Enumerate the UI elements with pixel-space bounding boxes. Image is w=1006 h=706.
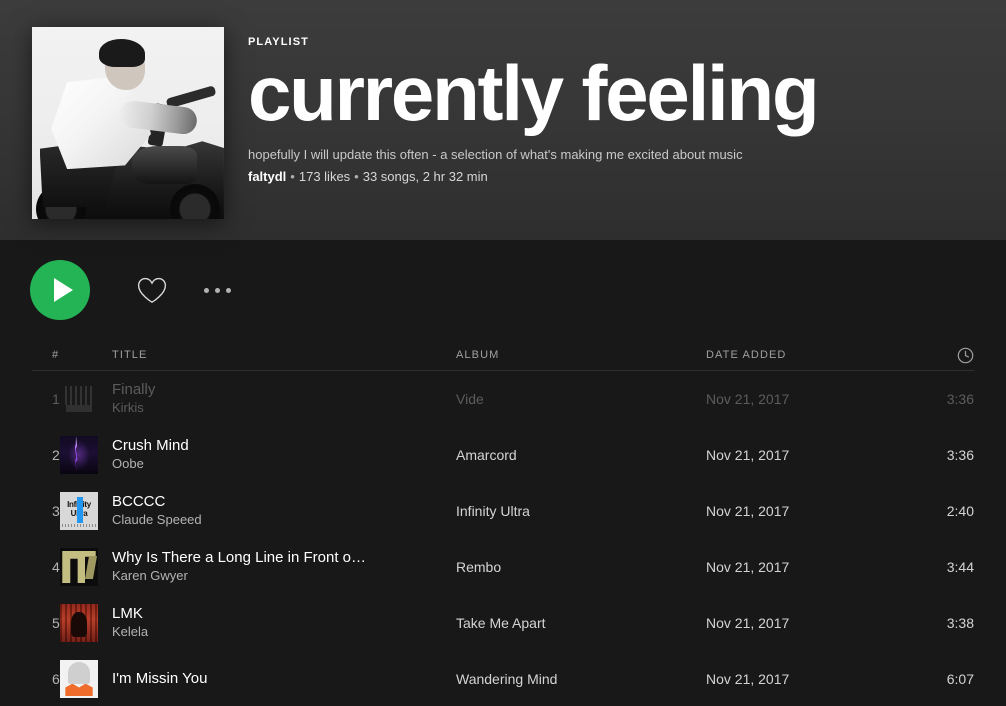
track-title-cell: BCCCC Claude Speeed	[112, 493, 456, 530]
playlist-description: hopefully I will update this often - a s…	[248, 146, 743, 162]
track-date-added: Nov 21, 2017	[706, 559, 790, 575]
column-header-number: #	[52, 349, 60, 361]
track-duration: 3:36	[946, 447, 974, 463]
album-art-thumbnail	[60, 436, 98, 474]
meta-separator-2: •	[354, 169, 359, 185]
track-date-added: Nov 21, 2017	[706, 503, 790, 519]
playlist-header: PLAYLIST currently feeling hopefully I w…	[0, 0, 1006, 240]
table-row[interactable]: 3InfinityUltraBCCCCClaude SpeeedInfinity…	[32, 483, 974, 539]
track-album[interactable]: Take Me Apart	[456, 615, 706, 631]
playlist-kind-label: PLAYLIST	[248, 36, 309, 48]
track-artist[interactable]: Kirkis	[112, 400, 440, 417]
track-table: # TITLE ALBUM DATE ADDED 1 Finally Kirkis V…	[0, 340, 1006, 706]
play-button[interactable]	[30, 260, 90, 320]
table-row[interactable]: 1 Finally Kirkis Vide Nov 21, 2017 3:36	[32, 371, 974, 427]
clock-icon	[957, 347, 974, 363]
playlist-likes: 173 likes	[298, 169, 351, 185]
track-album[interactable]: Rembo	[456, 559, 706, 575]
track-table-header: # TITLE ALBUM DATE ADDED	[32, 340, 974, 371]
track-artwork-cell: InfinityUltra	[60, 492, 112, 530]
track-title[interactable]: Why Is There a Long Line in Front o…	[112, 549, 440, 568]
more-options-button[interactable]	[204, 274, 231, 306]
track-number: 5	[52, 615, 60, 631]
track-date-added: Nov 21, 2017	[706, 447, 790, 463]
track-artwork-cell	[60, 548, 112, 586]
table-row[interactable]: 5 LMK Kelela Take Me Apart Nov 21, 2017 3:38	[32, 595, 974, 651]
track-number: 2	[52, 447, 60, 463]
track-album[interactable]: Infinity Ultra	[456, 503, 706, 519]
track-duration: 2:40	[946, 503, 974, 519]
ellipsis-dot-icon	[215, 287, 220, 293]
track-number: 6	[52, 671, 60, 687]
playlist-header-text: PLAYLIST currently feeling hopefully I w…	[224, 27, 1006, 184]
album-art-thumbnail	[60, 660, 98, 698]
column-header-date-added[interactable]: DATE ADDED	[706, 349, 906, 361]
cover-art-rider-hair	[99, 38, 146, 68]
playlist-action-bar	[0, 240, 1006, 340]
playlist-songs-summary: 33 songs, 2 hr 32 min	[362, 169, 488, 185]
track-date-added: Nov 21, 2017	[706, 671, 790, 687]
track-list: 1 Finally Kirkis Vide Nov 21, 2017 3:36 2 Crush…	[32, 371, 974, 706]
column-header-duration[interactable]	[906, 347, 974, 364]
playlist-owner-link[interactable]: faltydl	[248, 169, 286, 184]
playlist-metadata: faltydl • 173 likes • 33 songs, 2 hr 32 min	[248, 169, 1006, 184]
track-title-cell: LMK Kelela	[112, 605, 456, 642]
playlist-cover-art[interactable]	[32, 27, 224, 219]
track-artwork-cell	[60, 604, 112, 642]
ellipsis-dot-icon	[226, 287, 231, 293]
album-art-thumbnail	[60, 380, 98, 418]
album-art-thumbnail	[60, 548, 98, 586]
heart-icon	[137, 277, 167, 303]
column-header-album[interactable]: ALBUM	[456, 349, 706, 361]
track-artwork-cell	[60, 660, 112, 698]
table-row[interactable]: 4 Why Is There a Long Line in Front o… Kar…	[32, 539, 974, 595]
track-duration: 6:07	[946, 671, 974, 687]
track-duration: 3:44	[946, 559, 974, 575]
ellipsis-dot-icon	[204, 287, 209, 293]
track-album[interactable]: Amarcord	[456, 447, 706, 463]
track-title[interactable]: BCCCC	[112, 493, 440, 512]
spotify-playlist-page: PLAYLIST currently feeling hopefully I w…	[0, 0, 1006, 706]
track-title-cell: I'm Missin You	[112, 670, 456, 689]
track-title[interactable]: I'm Missin You	[112, 670, 440, 689]
track-album[interactable]: Wandering Mind	[456, 671, 706, 687]
track-date-added: Nov 21, 2017	[706, 391, 790, 407]
play-icon	[53, 278, 73, 302]
meta-separator-1: •	[290, 169, 295, 185]
track-artwork-cell	[60, 436, 112, 474]
track-artist[interactable]: Kelela	[112, 624, 440, 641]
track-title-cell: Finally Kirkis	[112, 381, 456, 418]
column-header-title[interactable]: TITLE	[112, 349, 456, 361]
track-artist[interactable]: Karen Gwyer	[112, 568, 440, 585]
track-title[interactable]: Crush Mind	[112, 437, 440, 456]
album-art-thumbnail	[60, 604, 98, 642]
track-duration: 3:36	[946, 391, 974, 407]
track-album[interactable]: Vide	[456, 391, 706, 407]
track-number: 4	[52, 559, 60, 575]
table-row[interactable]: 2 Crush Mind Oobe Amarcord Nov 21, 2017 3:36	[32, 427, 974, 483]
track-date-added: Nov 21, 2017	[706, 615, 790, 631]
table-row[interactable]: 6 I'm Missin You Wandering Mind Nov 21, 201…	[32, 651, 974, 706]
album-art-footer	[62, 523, 96, 527]
track-number: 1	[52, 391, 60, 407]
track-title[interactable]: Finally	[112, 381, 440, 400]
track-artist[interactable]: Oobe	[112, 456, 440, 473]
track-number: 3	[52, 503, 60, 519]
like-button[interactable]	[136, 274, 168, 306]
track-title-cell: Why Is There a Long Line in Front o… Kare…	[112, 549, 456, 586]
cover-art-fuel-tank	[131, 146, 198, 185]
track-artwork-cell	[60, 380, 112, 418]
track-title[interactable]: LMK	[112, 605, 440, 624]
page-title: currently feeling	[248, 49, 820, 137]
track-title-cell: Crush Mind Oobe	[112, 437, 456, 474]
album-art-thumbnail: InfinityUltra	[60, 492, 98, 530]
album-art-blue-bar	[76, 496, 83, 524]
track-artist[interactable]: Claude Speeed	[112, 512, 440, 529]
track-duration: 3:38	[946, 615, 974, 631]
